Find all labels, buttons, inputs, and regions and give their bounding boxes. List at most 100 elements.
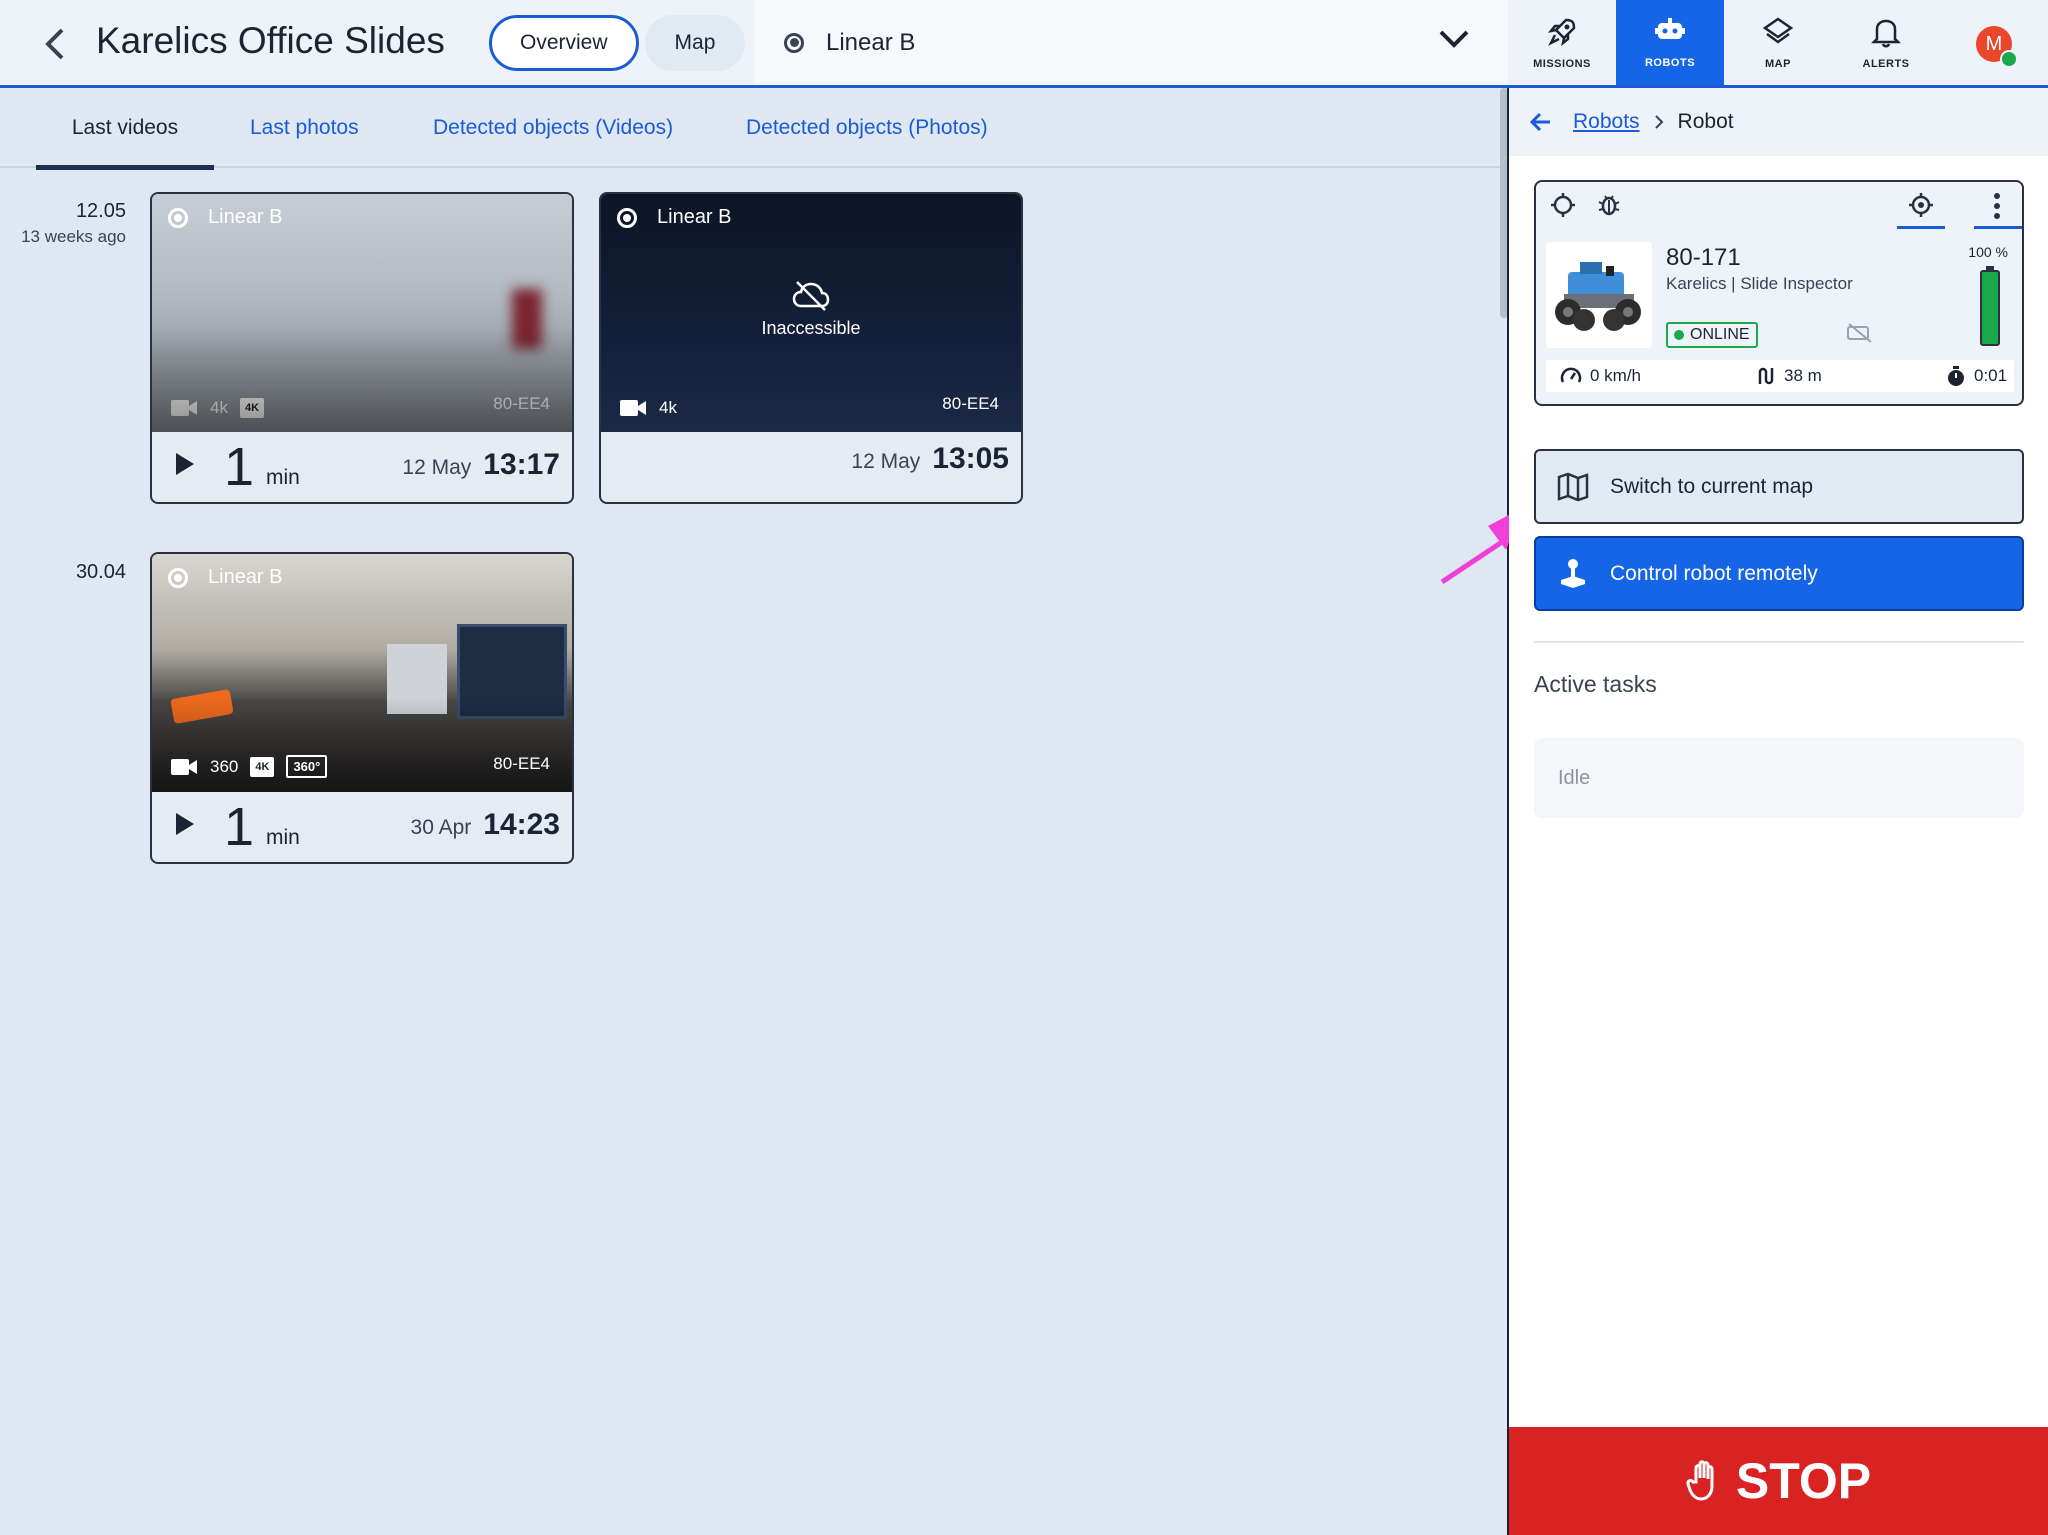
video-duration-unit: min: [266, 826, 300, 849]
thumb-meta: 4k: [619, 398, 677, 418]
status-dot-icon: [1674, 330, 1684, 340]
video-card[interactable]: Linear B 4k 4K 80-EE4 1 min 12 May 13:17: [150, 192, 574, 504]
video-time: 13:17: [483, 448, 560, 481]
locate-icon[interactable]: [1908, 192, 1934, 218]
route-label: Linear B: [826, 28, 916, 56]
video-time: 14:23: [483, 808, 560, 841]
group-date: 30.04: [75, 561, 126, 583]
crosshair-icon[interactable]: [1550, 192, 1576, 218]
video-card-footer: 1 min 30 Apr 14:23: [152, 792, 572, 862]
stopwatch-icon: [1948, 366, 1964, 386]
group-relative-date: 13 weeks ago: [21, 227, 126, 246]
video-off-icon: [1847, 323, 1872, 343]
video-robot-id: 80-EE4: [493, 754, 550, 773]
thumb-route-label: Linear B: [208, 566, 283, 588]
more-vertical-icon[interactable]: [1992, 192, 2002, 220]
thumb-route-label: Linear B: [208, 206, 283, 228]
tab-detected-photos[interactable]: Detected objects (Photos): [746, 88, 988, 168]
control-robot-remotely-button[interactable]: Control robot remotely: [1534, 536, 2024, 611]
4k-badge: 4K: [239, 398, 265, 418]
video-time: 13:05: [932, 442, 1009, 475]
video-day: 12 May: [851, 450, 921, 473]
divider: [1534, 641, 2024, 643]
video-duration: 1: [224, 437, 255, 497]
video-card-footer: 12 May 13:05: [601, 432, 1021, 502]
nav-missions[interactable]: MISSIONS: [1508, 0, 1616, 85]
4k-badge: 4K: [250, 756, 275, 777]
nav-robots-label: ROBOTS: [1644, 56, 1696, 69]
top-header: Karelics Office Slides Overview Map Line…: [0, 0, 2048, 88]
thumb-route: Linear B: [168, 566, 283, 589]
chevron-right-icon: [1654, 115, 1663, 129]
tab-last-photos[interactable]: Last photos: [250, 88, 359, 168]
nav-robots[interactable]: ROBOTS: [1616, 0, 1724, 85]
tab-last-videos[interactable]: Last videos: [36, 88, 214, 170]
speedometer-icon: [1560, 367, 1582, 383]
distance-stat: 38 m: [1756, 366, 1822, 386]
overview-toggle[interactable]: Overview: [489, 15, 639, 71]
tab-underline: [1897, 226, 1945, 229]
back-button[interactable]: [34, 22, 74, 66]
rocket-icon: [1547, 18, 1576, 46]
joystick-icon: [1536, 558, 1610, 590]
video-duration-unit: min: [266, 466, 300, 489]
nav-map[interactable]: MAP: [1724, 0, 1832, 85]
video-format: 360: [210, 756, 239, 776]
tab-underline: [1974, 226, 2022, 229]
active-tasks-heading: Active tasks: [1534, 671, 1657, 697]
group-date: 12.05: [75, 200, 126, 222]
play-icon[interactable]: [172, 450, 198, 478]
robot-stats: 0 km/h 38 m 0:01: [1546, 360, 2014, 392]
cloud-off-icon: [792, 281, 830, 311]
video-thumbnail[interactable]: Linear B 360 4K 360° 80-EE4: [152, 554, 572, 792]
video-robot-id: 80-EE4: [942, 394, 999, 413]
switch-to-current-map-button[interactable]: Switch to current map: [1534, 449, 2024, 524]
idle-task-placeholder: Idle: [1534, 738, 2024, 818]
date-group-label: 12.05 13 weeks ago: [21, 200, 126, 247]
video-robot-id: 80-EE4: [493, 394, 550, 413]
video-card[interactable]: Linear B 360 4K 360° 80-EE4 1 min 30 Apr…: [150, 552, 574, 864]
panel-back-button[interactable]: [1509, 88, 1573, 156]
nav-alerts-label: ALERTS: [1862, 57, 1910, 70]
bug-icon[interactable]: [1596, 192, 1622, 218]
robot-image: [1546, 242, 1652, 348]
thumb-route: Linear B: [617, 206, 732, 229]
video-day: 30 Apr: [410, 816, 472, 839]
play-icon[interactable]: [172, 810, 198, 838]
bell-icon: [1871, 19, 1901, 47]
video-thumbnail[interactable]: Linear B Inaccessible 4k 80-EE4: [601, 194, 1021, 432]
route-select[interactable]: Linear B: [754, 0, 1508, 85]
breadcrumb-robots-link[interactable]: Robots: [1573, 110, 1640, 134]
nav-map-label: MAP: [1765, 57, 1791, 70]
robot-card: 80-171 Karelics | Slide Inspector ONLINE…: [1534, 180, 2024, 406]
top-navigation: MISSIONS ROBOTS MAP ALERTS: [1508, 0, 1940, 85]
robot-subtitle: Karelics | Slide Inspector: [1666, 274, 1853, 293]
video-timestamp: 12 May 13:17: [402, 448, 560, 482]
stop-button[interactable]: STOP: [1509, 1427, 2048, 1535]
map-toggle[interactable]: Map: [644, 15, 746, 71]
thumb-meta: 360 4K 360°: [170, 755, 328, 778]
robot-detail-panel: Robots Robot 80-171 Karelics | Slide Ins…: [1509, 88, 2048, 1535]
control-robot-label: Control robot remotely: [1610, 561, 1818, 585]
speed-value: 0 km/h: [1590, 366, 1642, 385]
video-thumbnail[interactable]: Linear B 4k 4K 80-EE4: [152, 194, 572, 432]
360-badge: 360°: [286, 755, 328, 778]
media-tabs: Last videos Last photos Detected objects…: [0, 88, 1508, 170]
route-icon: [1758, 367, 1774, 385]
inaccessible-label: Inaccessible: [761, 318, 861, 338]
online-status-dot: [2000, 50, 2018, 68]
tab-detected-videos[interactable]: Detected objects (Videos): [433, 88, 673, 168]
map-icon: [1536, 472, 1610, 502]
avatar[interactable]: M: [1976, 26, 2018, 68]
thumb-route: Linear B: [168, 206, 283, 229]
breadcrumb: Robots Robot: [1509, 88, 2048, 156]
video-card[interactable]: Linear B Inaccessible 4k 80-EE4 12 May 1…: [599, 192, 1023, 504]
date-group-label: 30.04: [76, 561, 126, 584]
video-format: 4k: [210, 398, 228, 417]
video-format: 4k: [659, 398, 677, 417]
page-title: Karelics Office Slides: [96, 20, 445, 61]
distance-value: 38 m: [1784, 366, 1822, 385]
nav-alerts[interactable]: ALERTS: [1832, 0, 1940, 85]
video-card-footer: 1 min 12 May 13:17: [152, 432, 572, 502]
status-label: ONLINE: [1690, 326, 1750, 343]
